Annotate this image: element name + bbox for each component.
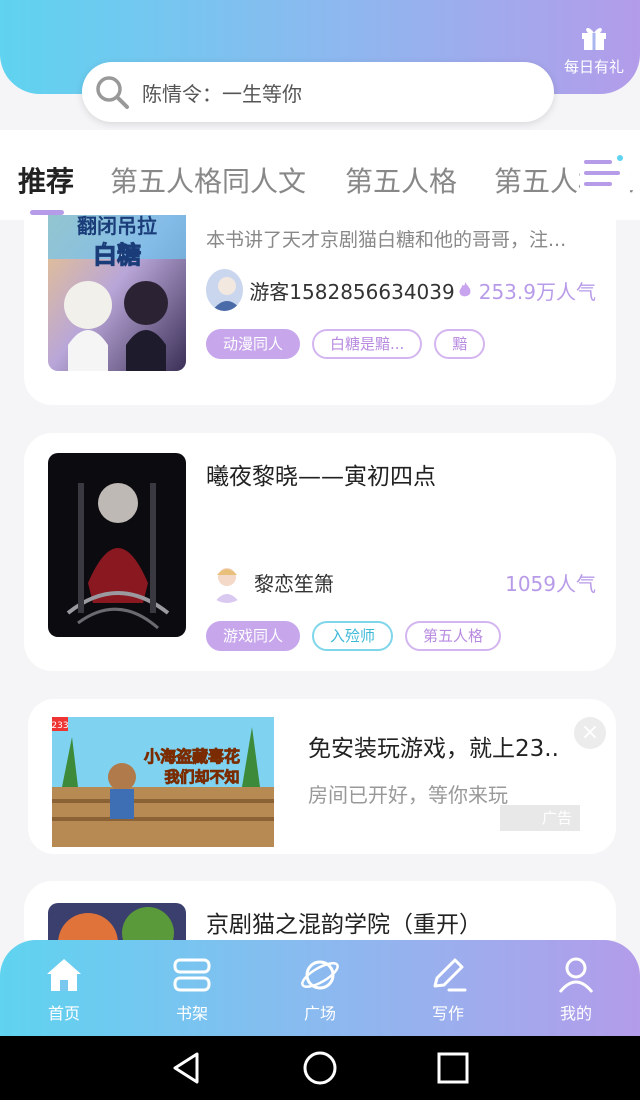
book-description: 本书讲了天才京剧猫白糖和他的哥哥，注... [206,229,567,251]
tag-row: 动漫同人 白糖是黯... 黯 [206,329,486,359]
book-cover-image [48,453,186,637]
system-navigation-bar [0,1036,640,1100]
book-card[interactable]: 曦夜黎晓——寅初四点 黎恋笙箫 1059人气 游戏同人 入殓师 第五人格 [24,433,616,671]
author-row: 游客1582856634039 253.9万人气 [206,269,596,311]
cover-title-2: 白糖 [93,241,141,269]
tag[interactable]: 黯 [434,329,486,359]
planet-icon [301,960,339,990]
tag[interactable]: 入殓师 [312,621,394,651]
nav-label: 我的 [559,1004,592,1023]
tag-row: 游戏同人 入殓师 第五人格 [206,621,502,651]
ad-subtitle: 房间已开好，等你来玩 [308,783,508,807]
bookshelf-icon [173,958,211,992]
tab-identity-v[interactable]: 第五人格 [345,160,457,200]
nav-home[interactable]: 首页 [0,940,128,1036]
category-tabs: 推荐 第五人格同人文 第五人格 第五人格之 [0,130,640,220]
book-cover[interactable]: 翻闭吊拉 白糖 [48,215,186,371]
book-title[interactable]: 京剧猫之混韵学院（重开） [206,905,482,939]
author-row: 黎恋笙箫 1059人气 [206,561,596,603]
nav-label: 书架 [175,1004,208,1023]
tag[interactable]: 白糖是黯... [312,329,423,359]
user-icon [558,957,594,993]
author-name[interactable]: 游客1582856634039 [249,276,454,305]
tag[interactable]: 第五人格 [405,621,502,651]
search-icon [96,76,129,109]
tab-recommend[interactable]: 推荐 [18,160,74,200]
search-placeholder: 陈情令：一生等你 [142,81,302,106]
tag[interactable]: 游戏同人 [206,621,301,651]
cover-title-1: 翻闭吊拉 [77,215,157,238]
book-card[interactable]: 翻闭吊拉 白糖 本书讲了天才京剧猫白糖和他的哥哥，注... 游客15828566… [24,215,616,405]
ad-image-tag: 233 [52,721,69,731]
nav-square[interactable]: 广场 [256,940,384,1036]
author-name[interactable]: 黎恋笙箫 [254,568,334,597]
book-cover[interactable] [48,453,186,637]
ad-image-caption-2: 我们却不知 [164,768,239,786]
close-icon[interactable]: × [574,717,606,749]
nav-label: 首页 [47,1004,80,1023]
avatar[interactable] [206,269,244,311]
popularity-count: 1059人气 [505,571,596,596]
nav-label: 广场 [303,1004,336,1023]
ad-card[interactable]: 233 小海盗藏毒花 我们却不知 免安装玩游戏，就上23.. 房间已开好，等你来… [28,699,616,854]
recent-apps-icon[interactable] [433,1048,473,1088]
ad-image-caption-1: 小海盗藏毒花 [144,747,240,766]
avatar[interactable] [206,561,248,603]
book-card[interactable]: 京剧猫之混韵学院（重开） [24,881,616,940]
popularity-count: 253.9万人气 [478,279,596,304]
home-icon [47,959,81,991]
nav-bookshelf[interactable]: 书架 [128,940,256,1036]
nav-me[interactable]: 我的 [512,940,640,1036]
nav-write[interactable]: 写作 [384,940,512,1036]
pen-icon [433,958,467,992]
nav-label: 写作 [431,1004,464,1023]
book-feed: 翻闭吊拉 白糖 本书讲了天才京剧猫白糖和他的哥哥，注... 游客15828566… [0,215,640,940]
book-title[interactable]: 曦夜黎晓——寅初四点 [206,457,436,491]
category-menu-icon[interactable] [580,150,630,196]
bottom-navigation: 首页 书架 广场 写作 我的 [0,940,640,1036]
tag[interactable]: 动漫同人 [206,329,301,359]
ad-image[interactable]: 233 小海盗藏毒花 我们却不知 [52,717,274,847]
daily-gift-button[interactable]: 每日有礼 [562,22,626,77]
book-cover-image [48,903,186,940]
book-cover-image: 翻闭吊拉 白糖 [48,215,186,371]
gift-label: 每日有礼 [563,58,624,76]
ad-title[interactable]: 免安装玩游戏，就上23.. [308,729,559,763]
book-cover[interactable] [48,903,186,940]
tab-identity-v-fanfic[interactable]: 第五人格同人文 [110,160,306,200]
gift-icon [582,28,606,50]
search-bar[interactable]: 陈情令：一生等你 [82,62,554,122]
back-icon[interactable] [167,1048,207,1088]
ad-badge: 广告 [500,805,580,831]
home-circle-icon[interactable] [300,1048,340,1088]
fire-icon [459,282,471,297]
